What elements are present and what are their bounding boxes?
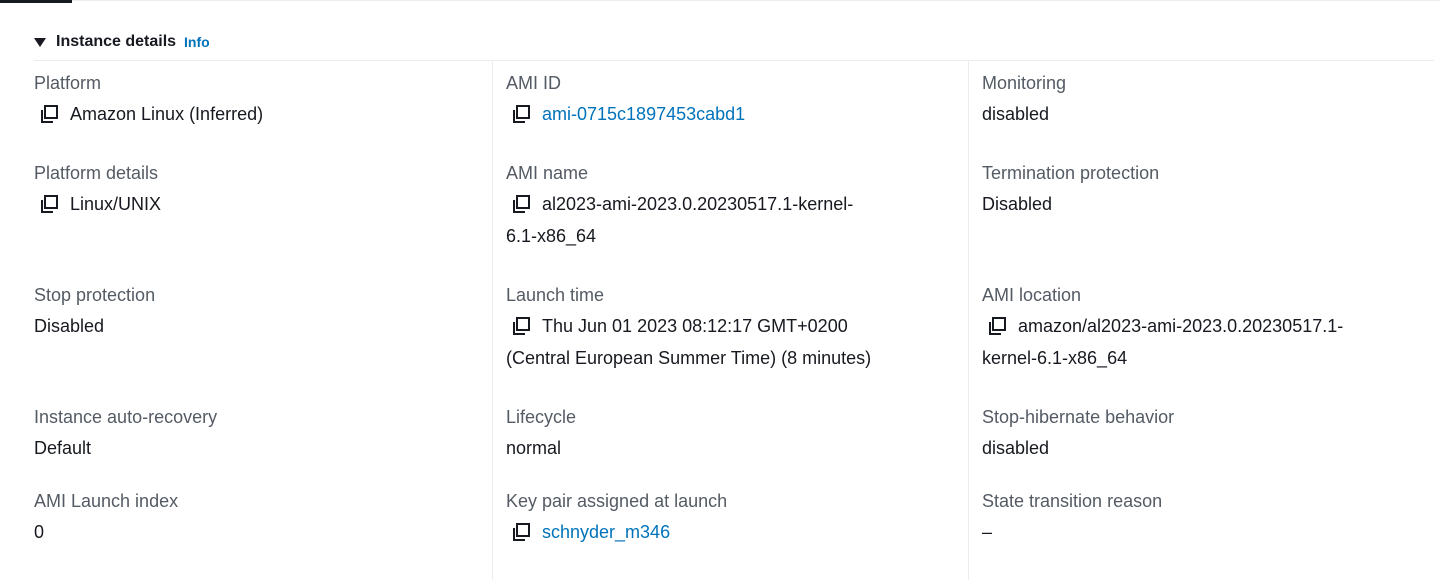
field-value-continued: kernel-6.1-x86_64: [982, 348, 1128, 368]
field-ami-id: AMI ID ami-0715c1897453cabd1: [506, 70, 946, 130]
column-divider: [492, 60, 493, 580]
copy-icon[interactable]: [986, 315, 1008, 337]
field-value: Disabled: [34, 316, 105, 336]
field-value: amazon/al2023-ami-2023.0.20230517.1-: [1018, 316, 1344, 336]
field-label: AMI ID: [506, 73, 562, 93]
field-value: disabled: [982, 104, 1050, 124]
field-platform: Platform Amazon Linux (Inferred): [34, 70, 474, 130]
field-instance-auto-recovery: Instance auto-recovery Default: [34, 404, 474, 464]
copy-icon[interactable]: [38, 193, 60, 215]
field-stop-hibernate-behavior: Stop-hibernate behavior disabled: [982, 404, 1422, 464]
copy-icon[interactable]: [510, 193, 532, 215]
field-label: Monitoring: [982, 73, 1067, 93]
field-value: Linux/UNIX: [70, 194, 162, 214]
field-launch-time: Launch time Thu Jun 01 2023 08:12:17 GMT…: [506, 282, 946, 374]
field-label: Launch time: [506, 285, 605, 305]
field-label: AMI location: [982, 285, 1082, 305]
field-label: Stop protection: [34, 285, 156, 305]
field-label: Platform details: [34, 163, 159, 183]
field-label: Termination protection: [982, 163, 1160, 183]
field-stop-protection: Stop protection Disabled: [34, 282, 474, 342]
section-header: Instance details Info: [34, 32, 210, 52]
field-value: normal: [506, 438, 562, 458]
field-ami-name: AMI name al2023-ami-2023.0.20230517.1-ke…: [506, 160, 946, 252]
field-label: Key pair assigned at launch: [506, 491, 728, 511]
field-label: Lifecycle: [506, 407, 577, 427]
field-state-transition-reason: State transition reason –: [982, 488, 1422, 548]
field-ami-launch-index: AMI Launch index 0: [34, 488, 474, 548]
field-label: Instance auto-recovery: [34, 407, 218, 427]
field-value: 0: [34, 522, 45, 542]
section-title[interactable]: Instance details: [56, 33, 176, 51]
key-pair-link[interactable]: schnyder_m346: [542, 516, 670, 548]
field-label: AMI name: [506, 163, 589, 183]
column-divider: [968, 60, 969, 580]
field-value: Amazon Linux (Inferred): [70, 104, 264, 124]
ami-id-link[interactable]: ami-0715c1897453cabd1: [542, 98, 745, 130]
field-ami-location: AMI location amazon/al2023-ami-2023.0.20…: [982, 282, 1422, 374]
top-border: [0, 0, 1440, 1]
copy-icon[interactable]: [510, 103, 532, 125]
field-value: Default: [34, 438, 92, 458]
header-divider: [34, 60, 1434, 61]
field-label: State transition reason: [982, 491, 1163, 511]
field-lifecycle: Lifecycle normal: [506, 404, 946, 464]
field-label: AMI Launch index: [34, 491, 179, 511]
field-monitoring: Monitoring disabled: [982, 70, 1422, 130]
field-label: Platform: [34, 73, 102, 93]
caret-down-icon[interactable]: [34, 37, 46, 47]
field-value: –: [982, 522, 993, 542]
field-value: Disabled: [982, 194, 1053, 214]
copy-icon[interactable]: [38, 103, 60, 125]
field-value: al2023-ami-2023.0.20230517.1-kernel-: [542, 194, 854, 214]
copy-icon[interactable]: [510, 521, 532, 543]
field-termination-protection: Termination protection Disabled: [982, 160, 1422, 220]
copy-icon[interactable]: [510, 315, 532, 337]
field-value: disabled: [982, 438, 1050, 458]
field-label: Stop-hibernate behavior: [982, 407, 1175, 427]
info-link[interactable]: Info: [184, 34, 210, 50]
field-key-pair: Key pair assigned at launch schnyder_m34…: [506, 488, 946, 548]
field-platform-details: Platform details Linux/UNIX: [34, 160, 474, 220]
field-value-continued: 6.1-x86_64: [506, 226, 597, 246]
field-value-continued: (Central European Summer Time) (8 minute…: [506, 348, 872, 368]
field-value: Thu Jun 01 2023 08:12:17 GMT+0200: [542, 316, 848, 336]
active-tab-indicator: [0, 0, 72, 3]
